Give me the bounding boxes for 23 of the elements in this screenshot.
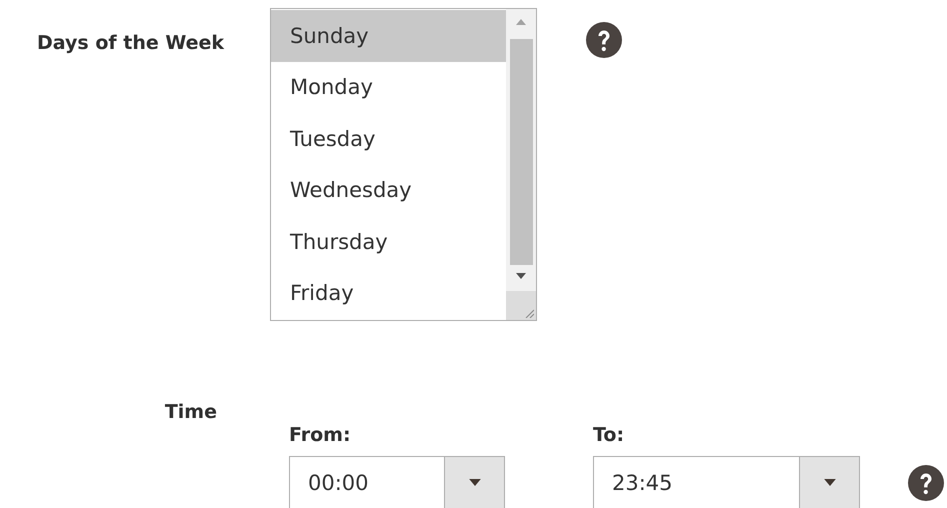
field-label: To: xyxy=(593,424,626,448)
list-option[interactable]: Friday xyxy=(271,268,506,319)
list-option[interactable]: Thursday xyxy=(271,216,506,268)
list-option[interactable]: Monday xyxy=(271,62,506,113)
help-icon[interactable] xyxy=(586,22,622,58)
field-label: Days of the Week xyxy=(36,31,226,54)
time-select[interactable]: 23:45 xyxy=(593,456,860,508)
field-label: From: xyxy=(289,424,352,448)
scrollbar[interactable] xyxy=(506,9,536,320)
caret-icon[interactable] xyxy=(468,479,480,486)
field-label: Time xyxy=(164,400,217,423)
days-listbox[interactable]: Sunday Monday Tuesday Wednesday Thursday Friday xyxy=(270,8,537,321)
resize-handle[interactable] xyxy=(506,291,536,320)
scrollbar-thumb[interactable] xyxy=(510,39,532,265)
caret-icon[interactable] xyxy=(824,479,836,486)
scroll-down-icon[interactable] xyxy=(516,273,526,279)
list-option[interactable]: Tuesday xyxy=(271,113,506,164)
help-icon[interactable] xyxy=(908,465,944,501)
list-option[interactable]: Wednesday xyxy=(271,164,506,216)
list-option[interactable]: Sunday xyxy=(271,10,506,62)
select-value: 00:00 xyxy=(307,470,370,496)
select-value: 23:45 xyxy=(611,470,674,496)
time-select[interactable]: 00:00 xyxy=(289,456,505,508)
